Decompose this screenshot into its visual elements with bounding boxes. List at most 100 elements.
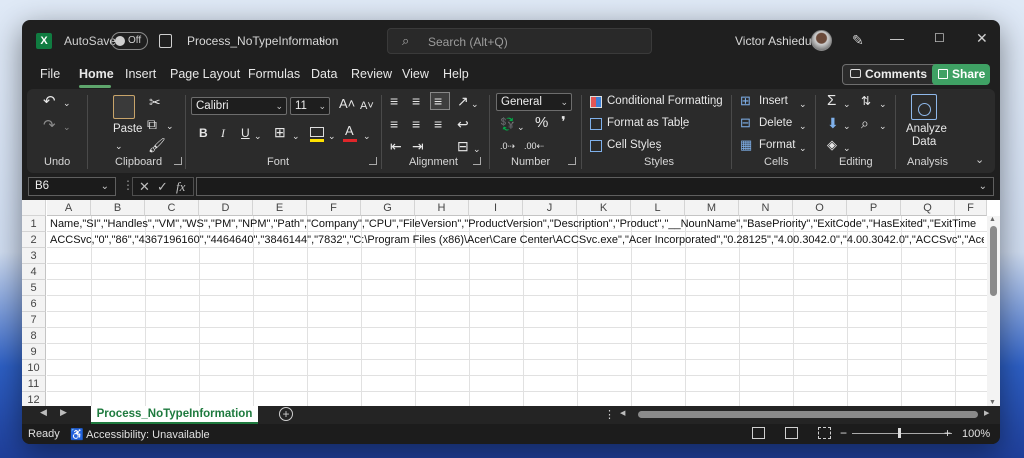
tab-file[interactable]: File <box>40 67 60 81</box>
zoom-level[interactable]: 100% <box>962 428 990 440</box>
zoom-slider-knob[interactable] <box>898 428 901 438</box>
fill-dropdown-icon[interactable]: ⌄ <box>843 119 851 133</box>
borders-dropdown-icon[interactable]: ⌄ <box>292 129 300 143</box>
zoom-in-icon[interactable]: + <box>944 426 951 440</box>
column-header[interactable]: Q <box>901 200 955 216</box>
horizontal-scroll-thumb[interactable] <box>638 411 978 418</box>
format-painter-icon[interactable]: 🖌 <box>148 138 166 152</box>
undo-dropdown-icon[interactable]: ⌄ <box>63 96 71 110</box>
merge-dropdown-icon[interactable]: ⌄ <box>473 142 481 156</box>
increase-decimal-icon[interactable]: .0⇢ <box>500 139 515 153</box>
font-name-select[interactable]: Calibri ⌄ <box>191 97 287 115</box>
align-middle-icon[interactable]: ≡ <box>412 94 420 108</box>
select-all-button[interactable] <box>22 200 46 216</box>
enter-icon[interactable]: ✓ <box>157 179 168 195</box>
merge-center-icon[interactable]: ⊟ <box>457 139 469 153</box>
fill-color-icon[interactable] <box>310 127 324 137</box>
page-break-view-icon[interactable] <box>818 427 831 439</box>
borders-icon[interactable]: ⊞ <box>274 125 286 139</box>
align-bottom-button[interactable]: ≡ <box>430 92 450 110</box>
align-left-icon[interactable]: ≡ <box>390 117 398 131</box>
alignment-launcher-icon[interactable] <box>473 157 481 165</box>
name-box[interactable]: B6 ⌄ <box>28 177 116 196</box>
chevron-down-icon[interactable]: ⌄ <box>655 141 663 155</box>
font-launcher-icon[interactable] <box>369 157 377 165</box>
paste-dropdown-icon[interactable]: ⌄ <box>115 139 123 153</box>
column-header[interactable]: A <box>47 200 91 216</box>
insert-function-button[interactable]: fx <box>176 179 185 195</box>
vertical-scroll-thumb[interactable] <box>990 226 997 296</box>
cell-styles-button[interactable]: Cell Styles <box>607 139 661 151</box>
underline-button[interactable]: U <box>241 126 250 140</box>
paste-icon[interactable] <box>113 95 135 119</box>
tab-review[interactable]: Review <box>351 67 392 81</box>
formula-input[interactable]: ⌄ <box>196 177 994 196</box>
user-name[interactable]: Victor Ashiedu <box>735 34 812 48</box>
percent-icon[interactable]: % <box>535 115 548 130</box>
worksheet-grid[interactable]: A B C D E F G H I J K L M N O P Q F 1 2 … <box>22 200 1000 406</box>
column-header[interactable]: F <box>307 200 361 216</box>
italic-button[interactable]: I <box>221 126 225 140</box>
scroll-left-icon[interactable]: ◀ <box>620 409 625 417</box>
redo-icon[interactable]: ↷ <box>43 118 56 133</box>
accessibility-status[interactable]: ♿ Accessibility: Unavailable <box>70 428 210 441</box>
tab-home[interactable]: Home <box>79 67 114 81</box>
column-header[interactable]: L <box>631 200 685 216</box>
search-box[interactable]: ⌕ Search (Alt+Q) <box>387 28 652 54</box>
sheet-tab-active[interactable]: Process_NoTypeInformation <box>91 406 258 424</box>
font-color-icon[interactable]: A <box>345 124 354 138</box>
share-button[interactable]: Share <box>932 64 990 85</box>
decrease-font-icon[interactable]: A˅ <box>360 99 374 113</box>
chevron-down-icon[interactable]: ⌄ <box>711 97 719 111</box>
orientation-icon[interactable]: ↗ <box>457 94 469 108</box>
tab-formulas[interactable]: Formulas <box>248 67 300 81</box>
row-header[interactable]: 3 <box>22 248 46 264</box>
insert-button[interactable]: Insert <box>759 95 788 107</box>
row-header[interactable]: 7 <box>22 312 46 328</box>
fill-icon[interactable]: ⬇ <box>827 116 839 130</box>
row-header[interactable]: 12 <box>22 392 46 406</box>
redo-dropdown-icon[interactable]: ⌄ <box>63 120 71 134</box>
paste-label[interactable]: Paste <box>113 123 142 135</box>
avatar[interactable] <box>811 30 832 51</box>
row-header[interactable]: 9 <box>22 344 46 360</box>
chevron-down-icon[interactable]: ⌄ <box>799 97 807 111</box>
document-title[interactable]: Process_NoTypeInformation <box>187 34 338 48</box>
row-header[interactable]: 11 <box>22 376 46 392</box>
accounting-dropdown-icon[interactable]: ⌄ <box>517 120 525 134</box>
page-layout-view-icon[interactable] <box>785 427 798 439</box>
decrease-decimal-icon[interactable]: .00⇠ <box>524 139 544 153</box>
autosum-dropdown-icon[interactable]: ⌄ <box>843 97 851 111</box>
row-header[interactable]: 5 <box>22 280 46 296</box>
vertical-scrollbar[interactable]: ▲ ▼ <box>987 216 1000 406</box>
save-icon[interactable] <box>159 34 172 48</box>
analyze-data-label-2[interactable]: Data <box>912 136 936 148</box>
align-top-icon[interactable]: ≡ <box>390 94 398 108</box>
collapse-ribbon-icon[interactable]: ⌄ <box>975 153 984 166</box>
row-header[interactable]: 2 <box>22 232 46 248</box>
normal-view-icon[interactable] <box>752 427 765 439</box>
add-sheet-icon[interactable]: + <box>279 407 293 421</box>
clear-dropdown-icon[interactable]: ⌄ <box>843 141 851 155</box>
font-size-select[interactable]: 11 ⌄ <box>290 97 330 115</box>
row-header[interactable]: 4 <box>22 264 46 280</box>
conditional-formatting-button[interactable]: Conditional Formatting <box>607 95 723 107</box>
column-header[interactable]: C <box>145 200 199 216</box>
column-header[interactable]: O <box>793 200 847 216</box>
number-launcher-icon[interactable] <box>568 157 576 165</box>
chevron-down-icon[interactable]: ⌄ <box>799 119 807 133</box>
tab-view[interactable]: View <box>402 67 429 81</box>
zoom-slider[interactable] <box>852 433 952 434</box>
decrease-indent-icon[interactable]: ⇤ <box>390 139 402 153</box>
comma-style-icon[interactable]: ❜ <box>561 115 566 130</box>
column-header[interactable]: J <box>523 200 577 216</box>
align-right-icon[interactable]: ≡ <box>434 117 442 131</box>
analyze-data-icon[interactable] <box>911 94 937 120</box>
cut-icon[interactable]: ✂ <box>149 95 161 109</box>
underline-dropdown-icon[interactable]: ⌄ <box>254 129 262 143</box>
chevron-down-icon[interactable]: ⌄ <box>318 32 327 45</box>
column-header[interactable]: M <box>685 200 739 216</box>
analyze-data-label-1[interactable]: Analyze <box>906 123 947 135</box>
row-header[interactable]: 1 <box>22 216 46 232</box>
column-header[interactable]: N <box>739 200 793 216</box>
